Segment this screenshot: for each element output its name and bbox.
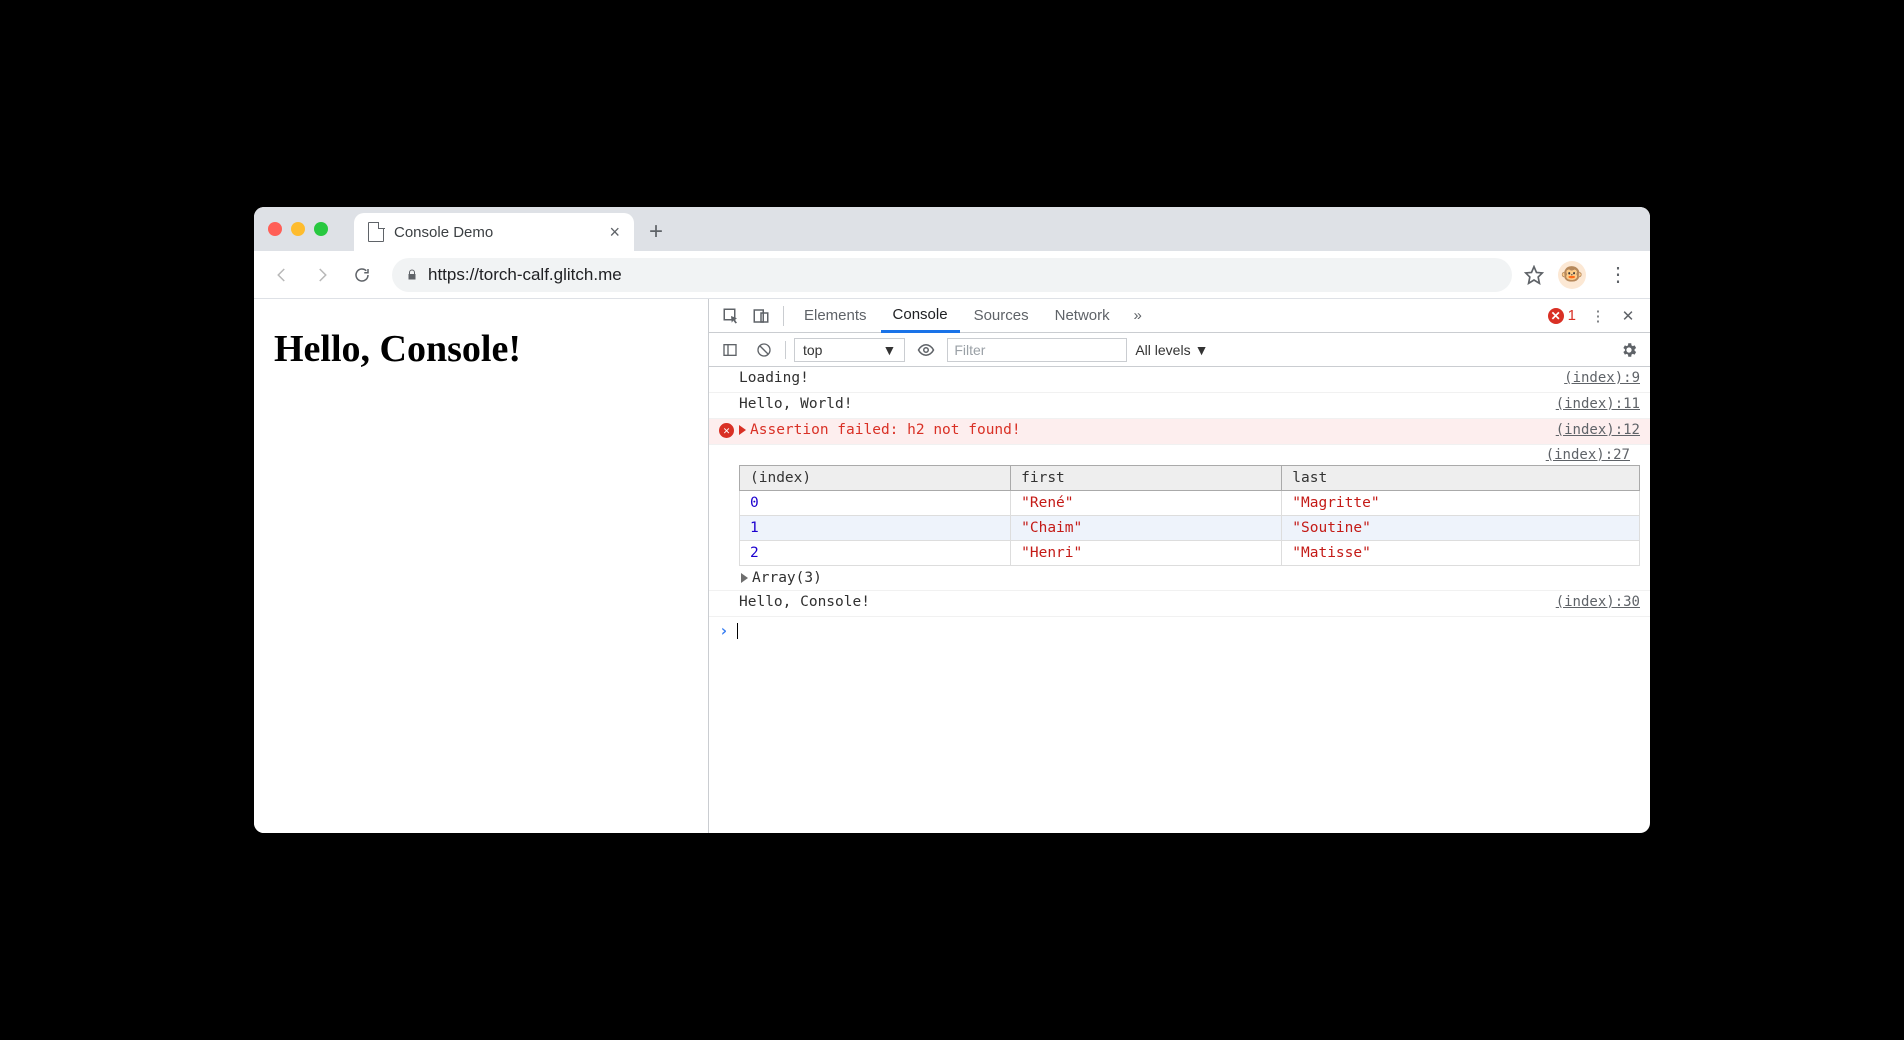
tab-elements[interactable]: Elements xyxy=(792,299,879,333)
table-row[interactable]: 1 "Chaim" "Soutine" xyxy=(740,516,1640,541)
new-tab-button[interactable]: + xyxy=(634,213,678,251)
clear-console-icon[interactable] xyxy=(751,337,777,363)
log-entry[interactable]: Hello, World! (index):11 xyxy=(709,393,1650,419)
expand-icon[interactable] xyxy=(739,425,746,435)
context-selector[interactable]: top ▼ xyxy=(794,338,905,362)
array-summary[interactable]: Array(3) xyxy=(739,566,1640,588)
source-link[interactable]: (index):11 xyxy=(1548,396,1640,412)
toolbar-right: 🐵 ⋮ xyxy=(1524,257,1640,293)
url-text: https://torch-calf.glitch.me xyxy=(428,265,622,285)
text-cursor xyxy=(737,623,738,639)
data-table: (index) first last 0 "René" "Magritte" xyxy=(739,465,1640,566)
minimize-window-button[interactable] xyxy=(291,222,305,236)
lock-icon xyxy=(406,268,418,282)
close-window-button[interactable] xyxy=(268,222,282,236)
error-icon: ✕ xyxy=(1548,308,1564,324)
window-controls xyxy=(268,207,354,251)
bookmark-star-icon[interactable] xyxy=(1524,265,1544,285)
prompt-icon: › xyxy=(719,621,729,640)
table-header[interactable]: (index) xyxy=(740,466,1011,491)
browser-menu-button[interactable]: ⋮ xyxy=(1600,257,1636,293)
error-icon: ✕ xyxy=(719,423,734,438)
toolbar: https://torch-calf.glitch.me 🐵 ⋮ xyxy=(254,251,1650,299)
table-header[interactable]: last xyxy=(1282,466,1640,491)
expand-icon[interactable] xyxy=(741,573,748,583)
dropdown-icon: ▼ xyxy=(1195,342,1209,358)
document-icon xyxy=(368,222,384,242)
devtools-menu-button[interactable]: ⋮ xyxy=(1584,302,1612,330)
page-heading: Hello, Console! xyxy=(274,327,688,371)
log-levels-selector[interactable]: All levels ▼ xyxy=(1135,342,1208,358)
close-tab-button[interactable]: × xyxy=(609,222,620,243)
tab-strip: Console Demo × + xyxy=(254,207,1650,251)
divider xyxy=(783,306,784,326)
console-table: (index):27 (index) first last 0 xyxy=(709,445,1650,591)
devtools-panel: Elements Console Sources Network » ✕ 1 ⋮… xyxy=(708,299,1650,833)
dropdown-icon: ▼ xyxy=(882,342,896,358)
console-sidebar-toggle-icon[interactable] xyxy=(717,337,743,363)
source-link[interactable]: (index):9 xyxy=(1556,370,1640,386)
content-area: Hello, Console! Elements Console Sources… xyxy=(254,299,1650,833)
devtools-close-button[interactable]: ✕ xyxy=(1614,302,1642,330)
table-header[interactable]: first xyxy=(1011,466,1282,491)
more-tabs-button[interactable]: » xyxy=(1124,302,1152,330)
divider xyxy=(785,341,786,359)
console-prompt[interactable]: › xyxy=(709,617,1650,644)
live-expression-icon[interactable] xyxy=(913,337,939,363)
devtools-tabs: Elements Console Sources Network » ✕ 1 ⋮… xyxy=(709,299,1650,333)
address-bar[interactable]: https://torch-calf.glitch.me xyxy=(392,258,1512,292)
browser-tab[interactable]: Console Demo × xyxy=(354,213,634,251)
maximize-window-button[interactable] xyxy=(314,222,328,236)
console-settings-icon[interactable] xyxy=(1616,337,1642,363)
console-output: Loading! (index):9 Hello, World! (index)… xyxy=(709,367,1650,833)
tab-title: Console Demo xyxy=(394,224,493,241)
error-entry[interactable]: ✕ Assertion failed: h2 not found! (index… xyxy=(709,419,1650,445)
log-entry[interactable]: Loading! (index):9 xyxy=(709,367,1650,393)
device-toolbar-icon[interactable] xyxy=(747,302,775,330)
back-button[interactable] xyxy=(264,257,300,293)
page-viewport: Hello, Console! xyxy=(254,299,708,833)
tab-sources[interactable]: Sources xyxy=(962,299,1041,333)
source-link[interactable]: (index):27 xyxy=(1546,447,1630,463)
tab-console[interactable]: Console xyxy=(881,299,960,333)
inspect-element-icon[interactable] xyxy=(717,302,745,330)
forward-button[interactable] xyxy=(304,257,340,293)
console-toolbar: top ▼ Filter All levels ▼ xyxy=(709,333,1650,367)
reload-button[interactable] xyxy=(344,257,380,293)
table-row[interactable]: 0 "René" "Magritte" xyxy=(740,491,1640,516)
source-link[interactable]: (index):30 xyxy=(1548,594,1640,610)
table-row[interactable]: 2 "Henri" "Matisse" xyxy=(740,541,1640,566)
tab-network[interactable]: Network xyxy=(1043,299,1122,333)
log-entry[interactable]: Hello, Console! (index):30 xyxy=(709,591,1650,617)
source-link[interactable]: (index):12 xyxy=(1548,422,1640,438)
profile-avatar[interactable]: 🐵 xyxy=(1558,261,1586,289)
error-count-badge[interactable]: ✕ 1 xyxy=(1542,307,1582,324)
browser-window: Console Demo × + https://torch-calf.glit… xyxy=(254,207,1650,833)
filter-input[interactable]: Filter xyxy=(947,338,1127,362)
